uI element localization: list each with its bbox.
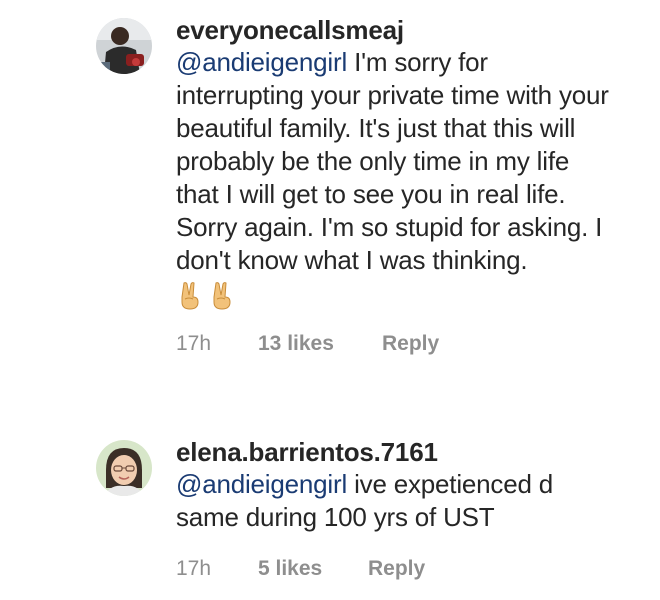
comment-username[interactable]: everyonecallsmeaj [176,14,616,46]
comment-timestamp: 17h [176,332,212,355]
victory-hand-icon [213,282,231,310]
comment-username[interactable]: elena.barrientos.7161 [176,436,616,468]
victory-hand-icon [181,282,199,310]
avatar[interactable] [96,18,152,74]
avatar-photo [96,440,152,496]
likes-count[interactable]: 13 likes [258,331,382,357]
reply-button[interactable]: Reply [368,556,425,582]
comment-meta: 17h 13 likes Reply [176,331,616,357]
comment-text: @andieigengirl ive expetienced d same du… [176,468,616,534]
reply-button[interactable]: Reply [382,331,439,357]
comment-timestamp: 17h [176,557,212,580]
comment-text: @andieigengirl I'm sorry for interruptin… [176,46,616,277]
comment-meta: 17h 5 likes Reply [176,556,616,582]
likes-count[interactable]: 5 likes [258,556,368,582]
mention-link[interactable]: @andieigengirl [176,469,347,499]
avatar-photo [96,18,152,74]
comment-body: I'm sorry for interrupting your private … [176,47,609,275]
avatar[interactable] [96,440,152,496]
emoji-row [176,281,616,311]
mention-link[interactable]: @andieigengirl [176,47,347,77]
